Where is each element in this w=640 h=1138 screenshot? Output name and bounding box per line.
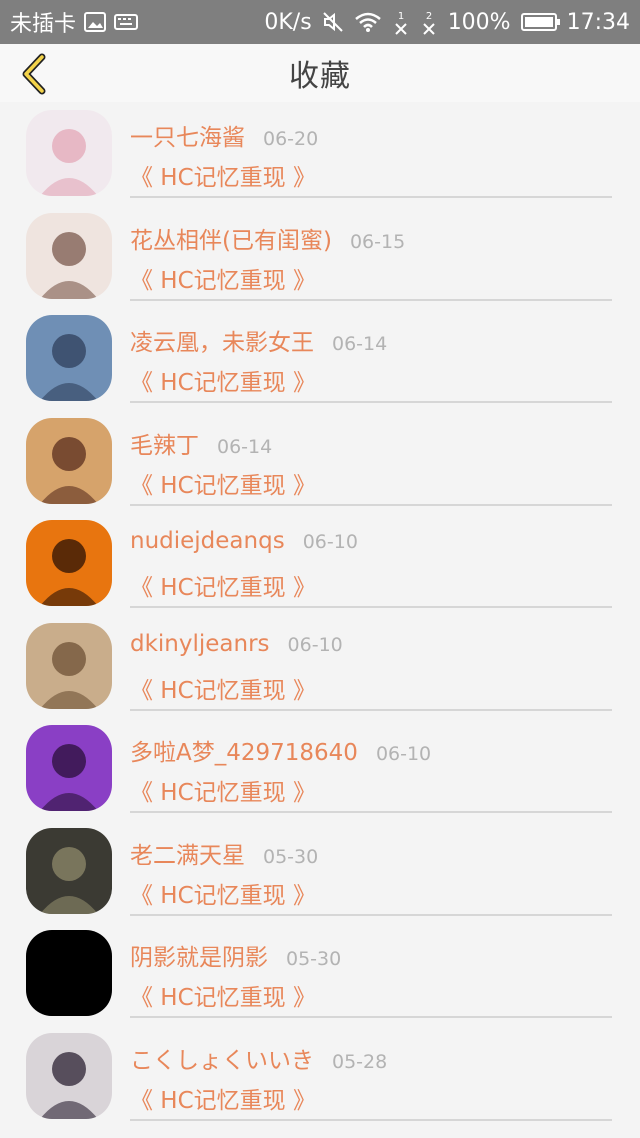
- avatar[interactable]: [26, 622, 112, 709]
- keyboard-icon: [114, 13, 139, 31]
- user-name[interactable]: nudiejdeanqs: [130, 528, 285, 554]
- favorite-row[interactable]: 毛辣丁 06-14 《 HC记忆重现 》: [0, 410, 640, 513]
- avatar[interactable]: [26, 315, 112, 401]
- favorite-content: 毛辣丁 06-14 《 HC记忆重现 》: [130, 410, 612, 506]
- favorite-content: nudiejdeanqs 06-10 《 HC记忆重现 》: [130, 512, 612, 608]
- name-line: 多啦A梦_429718640 06-10: [130, 733, 431, 767]
- user-name[interactable]: 一只七海酱: [130, 118, 245, 152]
- favorite-date: 06-10: [302, 531, 358, 553]
- favorite-date: 06-10: [287, 633, 343, 656]
- favorite-row[interactable]: 凌云凰，未影女王 06-14 《 HC记忆重现 》: [0, 307, 640, 410]
- work-title-link[interactable]: 《 HC记忆重现 》: [130, 978, 316, 1012]
- name-line: 毛辣丁 06-14: [130, 426, 272, 460]
- work-title-link[interactable]: 《 HC记忆重现 》: [130, 158, 316, 192]
- work-title-link[interactable]: 《 HC记忆重现 》: [130, 1081, 316, 1115]
- avatar[interactable]: [26, 417, 112, 504]
- work-title-link[interactable]: 《 HC记忆重现 》: [130, 671, 316, 705]
- wifi-icon: [354, 11, 382, 33]
- user-name[interactable]: こくしょくいいき: [130, 1041, 314, 1075]
- avatar[interactable]: [26, 725, 112, 811]
- name-line: こくしょくいいき 05-28: [130, 1041, 387, 1075]
- status-bar: 未插卡 0K/s 1 2 100% 17:34: [0, 0, 640, 44]
- favorite-row[interactable]: 阴影就是阴影 05-30 《 HC记忆重现 》: [0, 922, 640, 1025]
- favorite-row[interactable]: dkinyljeanrs 06-10 《 HC记忆重现 》: [0, 615, 640, 718]
- back-button[interactable]: [12, 52, 54, 96]
- favorite-content: 多啦A梦_429718640 06-10 《 HC记忆重现 》: [130, 717, 612, 813]
- avatar[interactable]: [26, 110, 112, 196]
- mute-icon: [322, 11, 344, 33]
- avatar[interactable]: [26, 212, 112, 299]
- favorite-row[interactable]: 一只七海酱 06-20 《 HC记忆重现 》: [0, 102, 640, 205]
- name-line: 阴影就是阴影 05-30: [130, 938, 341, 972]
- work-title-link[interactable]: 《 HC记忆重现 》: [130, 466, 316, 500]
- favorite-content: 老二满天星 05-30 《 HC记忆重现 》: [130, 820, 612, 916]
- favorite-content: 花丛相伴(已有闺蜜) 06-15 《 HC记忆重现 》: [130, 205, 612, 301]
- favorites-list[interactable]: 一只七海酱 06-20 《 HC记忆重现 》花丛相伴(已有闺蜜) 06-15 《 HC记…: [0, 102, 640, 1138]
- sim1-no-signal-icon: 1: [392, 9, 410, 35]
- clock: 17:34: [566, 9, 630, 35]
- favorite-row[interactable]: 花丛相伴(已有闺蜜) 06-15 《 HC记忆重现 》: [0, 205, 640, 308]
- user-name[interactable]: 阴影就是阴影: [130, 938, 268, 972]
- favorite-row[interactable]: 老二满天星 05-30 《 HC记忆重现 》: [0, 820, 640, 923]
- network-speed: 0K/s: [264, 9, 312, 35]
- favorite-row[interactable]: 多啦A梦_429718640 06-10 《 HC记忆重现 》: [0, 717, 640, 820]
- work-title-link[interactable]: 《 HC记忆重现 》: [130, 773, 316, 807]
- title-bar: 收藏: [0, 44, 640, 102]
- favorite-date: 06-15: [349, 230, 406, 253]
- user-name[interactable]: dkinyljeanrs: [130, 631, 270, 657]
- favorite-date: 06-10: [375, 743, 432, 765]
- name-line: nudiejdeanqs 06-10: [130, 528, 358, 554]
- name-line: 凌云凰，未影女王 06-14: [130, 323, 387, 357]
- svg-text:1: 1: [398, 11, 404, 22]
- avatar[interactable]: [26, 1032, 112, 1119]
- favorite-date: 06-14: [332, 333, 388, 355]
- work-title-link[interactable]: 《 HC记忆重现 》: [130, 876, 316, 910]
- favorite-date: 05-28: [332, 1050, 388, 1073]
- avatar[interactable]: [26, 520, 112, 606]
- name-line: dkinyljeanrs 06-10: [130, 631, 343, 657]
- svg-text:2: 2: [426, 11, 432, 22]
- name-line: 老二满天星 05-30: [130, 836, 318, 870]
- favorite-date: 06-20: [263, 128, 319, 150]
- favorite-content: こくしょくいいき 05-28 《 HC记忆重现 》: [130, 1025, 612, 1121]
- battery-icon: [520, 13, 560, 31]
- work-title-link[interactable]: 《 HC记忆重现 》: [130, 363, 316, 397]
- battery-percent: 100%: [447, 9, 511, 35]
- chevron-left-icon: [22, 53, 46, 95]
- name-line: 一只七海酱 06-20: [130, 118, 318, 152]
- favorite-date: 06-14: [217, 435, 273, 458]
- image-icon: [84, 12, 107, 32]
- favorite-row[interactable]: nudiejdeanqs 06-10 《 HC记忆重现 》: [0, 512, 640, 615]
- favorite-content: 一只七海酱 06-20 《 HC记忆重现 》: [130, 102, 612, 198]
- sim2-no-signal-icon: 2: [420, 9, 438, 35]
- work-title-link[interactable]: 《 HC记忆重现 》: [130, 261, 316, 295]
- favorite-content: dkinyljeanrs 06-10 《 HC记忆重现 》: [130, 615, 612, 711]
- user-name[interactable]: 老二满天星: [130, 836, 245, 870]
- avatar[interactable]: [26, 827, 112, 914]
- favorite-content: 阴影就是阴影 05-30 《 HC记忆重现 》: [130, 922, 612, 1018]
- favorite-row[interactable]: こくしょくいいき 05-28 《 HC记忆重现 》: [0, 1025, 640, 1128]
- user-name[interactable]: 多啦A梦_429718640: [130, 733, 358, 767]
- favorite-date: 05-30: [286, 948, 342, 970]
- carrier-text: 未插卡: [10, 12, 77, 37]
- user-name[interactable]: 毛辣丁: [130, 426, 199, 460]
- work-title-link[interactable]: 《 HC记忆重现 》: [130, 568, 316, 602]
- user-name[interactable]: 凌云凰，未影女王: [130, 323, 314, 357]
- favorite-date: 05-30: [263, 845, 319, 868]
- name-line: 花丛相伴(已有闺蜜) 06-15: [130, 221, 405, 255]
- user-name[interactable]: 花丛相伴(已有闺蜜): [130, 221, 332, 255]
- favorite-content: 凌云凰，未影女王 06-14 《 HC记忆重现 》: [130, 307, 612, 403]
- avatar[interactable]: [26, 930, 112, 1016]
- page-title: 收藏: [289, 59, 351, 94]
